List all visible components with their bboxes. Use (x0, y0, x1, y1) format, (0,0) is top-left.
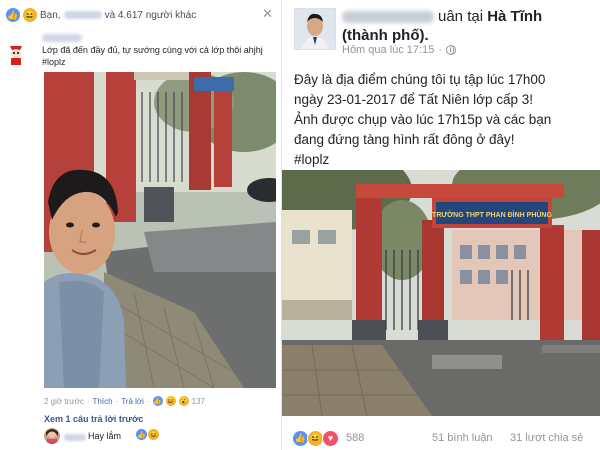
top-reactions-bar[interactable]: 👍 😆 Bạn, và 4.617 người khác (6, 6, 196, 24)
reaction-count[interactable]: 588 (346, 432, 364, 444)
comment-time: 2 giờ trước (44, 396, 84, 406)
left-screenshot-comment: 👍 😆 Bạn, và 4.617 người khác ✕ Lớp đã đế… (0, 0, 282, 450)
like-link[interactable]: Thích (93, 397, 113, 406)
thumbs-up-icon: 👍 (136, 429, 147, 440)
view-previous-replies-link[interactable]: Xem 1 câu trả lời trước (44, 414, 143, 424)
close-icon[interactable]: ✕ (262, 6, 273, 22)
comment-reaction-count[interactable]: 137 (192, 397, 205, 406)
post-meta: Hôm qua lúc 17:15 · (342, 44, 457, 56)
author-line: uân tại Hà Tĩnh (342, 8, 542, 25)
shares-count[interactable]: 31 lượt chia sẻ (510, 432, 583, 444)
comment-text: Lớp đã đến đầy đủ, tự sướng cùng với cả … (42, 44, 272, 68)
post-line: Đây là địa điểm chúng tôi tụ tập lúc 17h… (294, 72, 546, 87)
reply-reactions[interactable]: 👍 😆 (136, 429, 159, 440)
comment-hashtag[interactable]: #loplz (42, 56, 272, 68)
separator-dot: · (86, 396, 90, 406)
reactions-prefix: Bạn, (40, 9, 61, 21)
commenter-avatar[interactable] (6, 42, 26, 66)
reactions-suffix: và 4.617 người khác (104, 9, 197, 21)
blurred-name (63, 11, 102, 19)
post-body: Đây là địa điểm chúng tôi tụ tập lúc 17h… (294, 70, 594, 170)
haha-emoji-icon: 😆 (148, 429, 159, 440)
commenter-name-blurred[interactable] (42, 34, 82, 42)
selfie-photo[interactable] (44, 72, 276, 388)
at-label: tại (467, 8, 484, 25)
comment-actions: 2 giờ trước · Thích · Trả lời · 👍 😆 😮 13… (44, 396, 205, 406)
author-name-suffix[interactable]: uân (438, 8, 463, 25)
location-link-line2[interactable]: (thành phố). (342, 27, 429, 44)
comments-count[interactable]: 51 bình luận (432, 432, 493, 444)
post-hashtag[interactable]: #loplz (294, 150, 594, 170)
separator-dot: · (115, 396, 119, 406)
wow-emoji-icon: 😮 (178, 396, 189, 406)
post-time[interactable]: Hôm qua lúc 17:15 (342, 44, 434, 56)
location-link[interactable]: Hà Tĩnh (487, 8, 542, 25)
post-footer: 👍 😆 ♥ 588 51 bình luận 31 lượt chia sẻ (292, 430, 597, 447)
thumbs-up-icon: 👍 (6, 8, 20, 22)
separator-dot: · (146, 396, 150, 406)
reply-text: Hay lắm (88, 431, 122, 441)
post-line: Ảnh được chụp vào lúc 17h15p và các bạn (294, 112, 552, 127)
reply-link[interactable]: Trả lời (121, 397, 144, 406)
post-line: ngày 23-01-2017 để Tất Niên lớp cấp 3! (294, 92, 534, 107)
right-screenshot-post: uân tại Hà Tĩnh (thành phố). Hôm qua lúc… (282, 0, 600, 450)
post-line: đang đứng tàng hình rất đông ở đây! (294, 132, 515, 147)
author-avatar[interactable] (294, 8, 336, 50)
author-name-blurred[interactable] (342, 11, 434, 24)
gate-sign-text: TRƯỜNG THPT PHAN ĐÌNH PHÙNG (432, 210, 552, 219)
haha-emoji-icon: 😆 (23, 8, 37, 22)
thumbs-up-icon: 👍 (152, 396, 163, 406)
school-gate-photo[interactable]: TRƯỜNG THPT PHAN ĐÌNH PHÙNG (282, 170, 600, 416)
heart-icon: ♥ (322, 430, 339, 447)
haha-emoji-icon: 😆 (165, 396, 176, 406)
post-reactions[interactable]: 👍 😆 ♥ (292, 430, 339, 447)
separator-dot: · (438, 44, 443, 56)
globe-icon (446, 45, 457, 55)
reply-name-blurred[interactable] (64, 434, 86, 441)
comment-line: Lớp đã đến đầy đủ, tự sướng cùng với cả … (42, 45, 263, 55)
reply-avatar[interactable] (44, 428, 60, 444)
